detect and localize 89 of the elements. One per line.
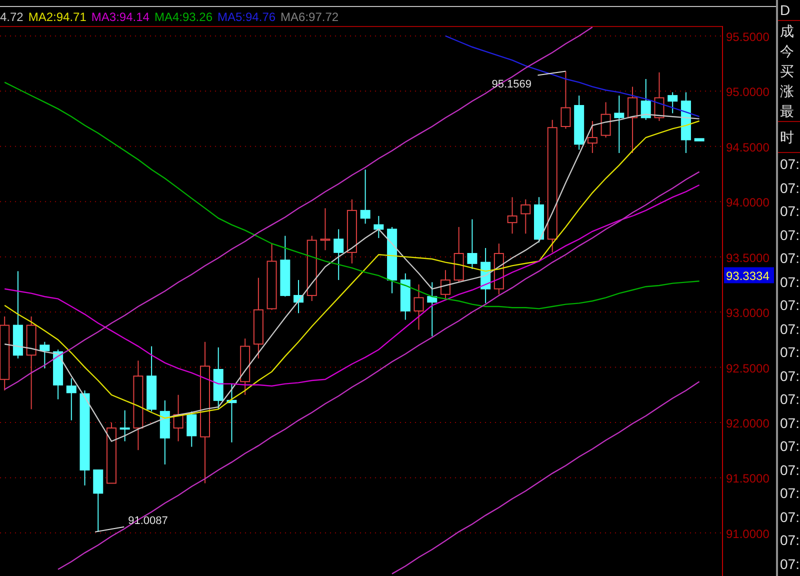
candlestick (186, 410, 197, 448)
candlestick (467, 218, 478, 270)
candlestick (320, 208, 330, 251)
trade-time: 07: (779, 226, 800, 244)
trade-time: 07: (779, 202, 800, 221)
candlestick (628, 86, 638, 154)
candlestick (414, 284, 424, 330)
quote-field-label: 最 (779, 102, 795, 121)
axis-label: 92.5000 (726, 361, 770, 376)
price-tag: 93.3334 (724, 267, 774, 284)
axis-label: 93.0000 (726, 306, 770, 320)
trade-time: 07: (779, 249, 800, 268)
candlestick (387, 226, 398, 294)
trade-time: 07: (779, 272, 800, 292)
candlestick (160, 400, 170, 465)
candlestick (226, 383, 237, 443)
candlestick (374, 215, 384, 239)
candlestick (520, 198, 531, 234)
candlestick (654, 72, 664, 122)
axis-label: 93.5000 (726, 250, 770, 265)
axis-label: 94.0000 (726, 196, 770, 210)
candlestick (400, 272, 410, 320)
leader-line (94, 526, 125, 532)
time-header: 时 (778, 122, 800, 153)
candlestick (106, 422, 116, 484)
candlestick (306, 235, 317, 302)
legend-label: MA4:93.26 (154, 10, 212, 24)
candlestick (507, 196, 518, 234)
candlestick (427, 282, 438, 337)
candlestick (53, 349, 64, 400)
candlestick (574, 95, 584, 150)
legend-label: MA6:97.72 (280, 10, 339, 24)
candlestick (213, 346, 224, 410)
quote-field-label: 买 (779, 62, 795, 81)
candlestick (534, 196, 544, 243)
axis-label: 94.5000 (726, 140, 770, 154)
candlestick (680, 92, 691, 154)
candlestick (668, 92, 678, 114)
trade-time: 07: (779, 484, 800, 503)
candlestick (440, 270, 450, 300)
candlestick (173, 394, 184, 442)
candlestick (334, 228, 344, 281)
trade-time: 07: (779, 320, 800, 338)
trade-time: 07: (779, 460, 800, 480)
trade-time: 07: (779, 531, 800, 550)
trade-time: 07: (779, 296, 800, 315)
axis-label: 95.0000 (726, 85, 770, 100)
candlestick (120, 410, 130, 442)
legend-label: 4.72 (0, 10, 24, 24)
candlestick (494, 243, 504, 295)
candlestick (480, 248, 491, 304)
axis-label: 95.5000 (726, 30, 770, 44)
candlestick (266, 243, 277, 310)
candlestick (360, 169, 370, 224)
panel-header: D (779, 1, 792, 20)
candlestick (694, 138, 704, 142)
quote-field-label: 涨 (779, 82, 795, 101)
legend-label: MA3:94.14 (91, 10, 150, 24)
candlestick (280, 235, 290, 298)
candlestick (587, 120, 598, 154)
candlestick (640, 78, 651, 120)
trade-time: 07: (779, 178, 800, 198)
axis-label: 92.0000 (726, 416, 770, 430)
trade-time: 07: (779, 554, 800, 574)
candlestick (600, 102, 611, 138)
candlestick (454, 226, 464, 283)
trade-time: 07: (779, 155, 800, 174)
candlestick (146, 346, 157, 412)
axis-label: 91.0000 (726, 526, 770, 541)
quote-field-label: 成 (779, 22, 795, 41)
leader-line (537, 70, 566, 76)
candlestick (40, 341, 50, 369)
trade-time: 07: (779, 414, 800, 432)
candlestick (66, 378, 76, 421)
candlestick (346, 198, 357, 264)
axis-label: 91.5000 (726, 472, 770, 486)
trade-time: 07: (779, 390, 800, 409)
trade-time: 07: (779, 343, 800, 362)
candlestick (240, 338, 250, 396)
candlestick (560, 70, 571, 130)
trade-time: 07: (779, 437, 800, 456)
legend-label: MA5:94.76 (218, 10, 276, 24)
candlestick (294, 280, 304, 314)
legend-label: MA2:94.71 (28, 10, 86, 24)
trade-time: 07: (779, 508, 800, 526)
candlestick (614, 95, 624, 154)
quote-field-label: 今 (779, 42, 795, 61)
candlestick (93, 469, 104, 532)
trade-time: 07: (779, 366, 800, 386)
